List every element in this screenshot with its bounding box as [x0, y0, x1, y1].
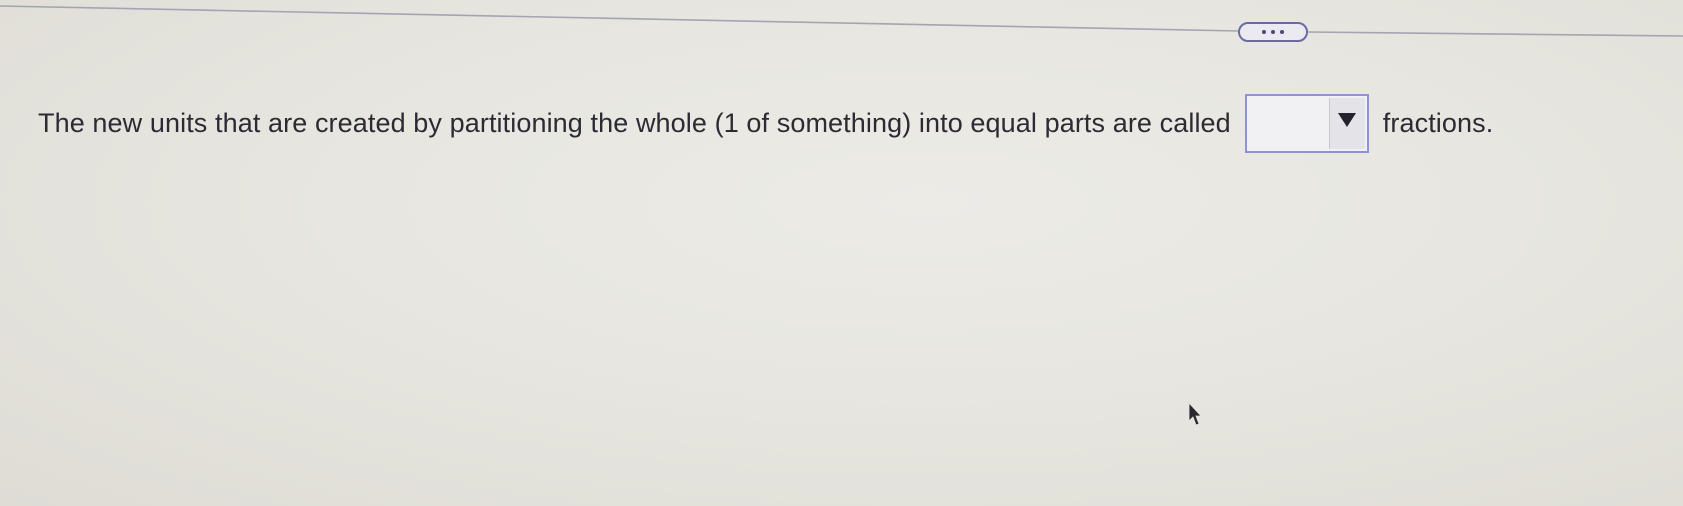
question-text-before: The new units that are created by partit…: [38, 108, 1231, 138]
ellipsis-icon-dot: [1280, 30, 1284, 34]
question-text-after: fractions.: [1382, 108, 1494, 138]
ellipsis-icon-dot: [1271, 30, 1275, 34]
more-options-button[interactable]: [1238, 22, 1308, 42]
dropdown-arrow-button[interactable]: [1328, 98, 1365, 149]
top-divider: [0, 5, 1683, 37]
ellipsis-icon: [1262, 30, 1266, 34]
answer-dropdown[interactable]: [1244, 94, 1369, 153]
mouse-pointer-icon: [1188, 402, 1202, 426]
question-sentence: The new units that are created by partit…: [38, 94, 1493, 153]
dropdown-triangle-icon: [1338, 113, 1357, 127]
